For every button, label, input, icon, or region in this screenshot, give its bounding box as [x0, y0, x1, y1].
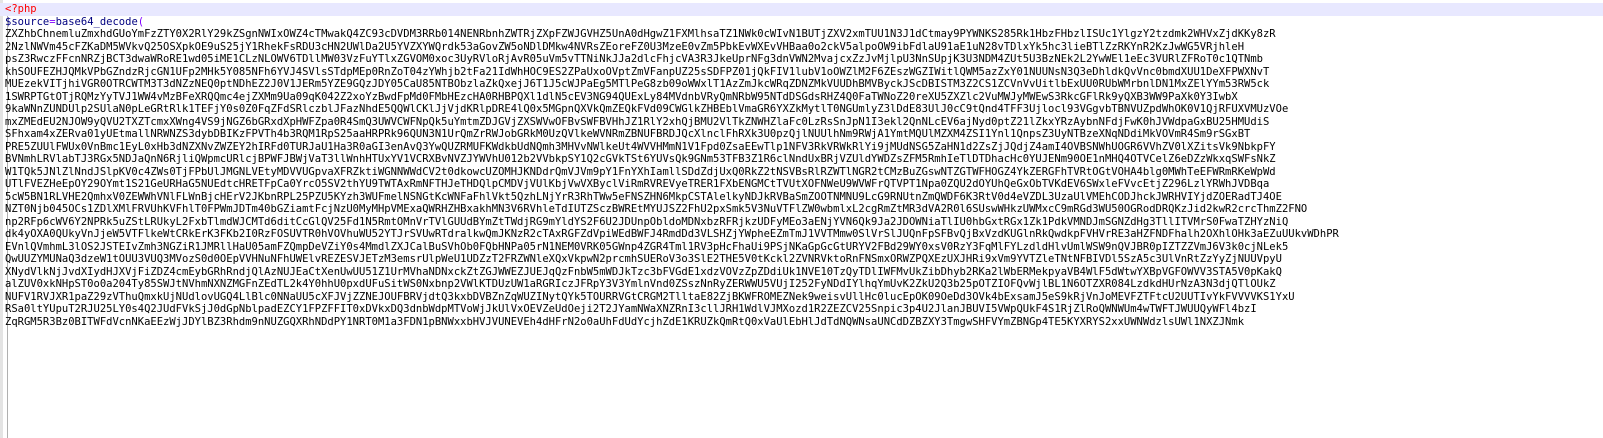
base64-line[interactable]: 9kaWNnZUNDUlp2SUlaN0pLeGRtRlk1TEFjY0s0Z0…: [0, 103, 1603, 116]
base64-line[interactable]: W1TQk5JNlZlNndJSlpKV0c4ZWs0TjFPbUlJMGNLV…: [0, 166, 1603, 179]
base64-text: EVnlQVmhmL3lOS2JSTEIvZmh3NGZiR1JMRllHaU0…: [5, 240, 1289, 253]
base64-line[interactable]: dk4yOXA0QUkyVnJjeW5VTFlkeWtCRkErK3FKb2I0…: [0, 228, 1603, 241]
base64-text: MUEzekVITjhiVGR0OTRCWTM3T3dNZzNEQ0ptNDhE…: [5, 78, 1270, 90]
base64-text: XNydVlkNjJvdXIydHJXVjFiZDZ4cmEybGRhRndjQ…: [5, 265, 1282, 278]
base64-payload: ZXZhbChnemluZmxhdGUoYmFzZTY0X2RlY29kZSgn…: [0, 28, 1603, 328]
base64-line[interactable]: BVNmhLRVlabTJ3RGx5NDJaQnN6RjliQWpmcURlcj…: [0, 153, 1603, 166]
base64-text: NUFV1RVJXR1paZ29zVThuQmxkUjNUdlovUGQ4LlB…: [5, 290, 1295, 303]
base64-line[interactable]: UTlFVEZHeEpOY29OYmt1S21GeURHaG5NUEdtcHRE…: [0, 178, 1603, 191]
base64-text: 1SWRPTGtOTjRQMzYyTVJ1WW4vMzBFeXRQQmc4ejZ…: [5, 90, 1238, 103]
php-open-tag: <?php: [5, 3, 37, 15]
base64-text: PRE5ZUUlFWUx0VnBmc1EyL0xHb3dNZXNvZWZEY2h…: [5, 140, 1276, 153]
base64-line[interactable]: RSa0ltYUpuT2RJU25LY0s4Q2JUdFVkSjJ0dGpNbl…: [0, 303, 1603, 316]
base64-text: ZXZhbChnemluZmxhdGUoYmFzZTY0X2RlY29kZSgn…: [5, 28, 1276, 40]
base64-line[interactable]: 2NzlNWVm45cFZKaDM5WVkvQ25OSXpkOE9uS25jY1…: [0, 41, 1603, 54]
base64-text: ZqRGM5R3Bz0BITWFdVcnNKaEEzWjJDYlBZ3Rhdm9…: [5, 315, 1245, 328]
base64-text: mxZMEdEU2NJOW9yQVU2TXZTcmxXWng4VS9jNGZ6b…: [5, 115, 1270, 128]
base64-line[interactable]: QwUUZYMUNaQ3dzeW1tOUU3VUQ3MVozS0d0OEpVVH…: [0, 253, 1603, 266]
base64-text: W1TQk5JNlZlNndJSlpKV0c4ZWs0TjFPbUlJMGNLV…: [5, 165, 1276, 178]
base64-line[interactable]: EVnlQVmhmL3lOS2JSTEIvZmh3NGZiR1JMRllHaU0…: [0, 241, 1603, 254]
base64-text: alZUV0xkNHpST0o0a204Ty85SWJtNVhmNXNZMGFn…: [5, 278, 1276, 290]
base64-text: 9kaWNnZUNDUlp2SUlaN0pLeGRtRlk1TEFjY0s0Z0…: [5, 103, 1289, 115]
base64-line[interactable]: MUEzekVITjhiVGR0OTRCWTM3T3dNZzNEQ0ptNDhE…: [0, 78, 1603, 91]
base64-text: NZT0Njb045OCs1ZDlXMlFRVUhKVFhlT0FPWmJDTm…: [5, 203, 1308, 215]
base64-text: psZ3RwczFFcnNRZjBCT3dwaWRoRE1wd05iME1CLz…: [5, 53, 1263, 65]
base64-line[interactable]: ZqRGM5R3Bz0BITWFdVcnNKaEEzWjJDYlBZ3Rhdm9…: [0, 316, 1603, 329]
base64-text: SFhxam4xZERva01yUEtmallNRWNZS3dybDBIKzFP…: [5, 128, 1251, 140]
base64-text: BVNmhLRVlabTJ3RGx5NDJaQnN6RjliQWpmcURlcj…: [5, 153, 1276, 165]
base64-text: khSOUFEZHJQMkVPbGZndzRjcGN1UFp2MHk5Y085N…: [5, 65, 1270, 78]
base64-line[interactable]: XNydVlkNjJvdXIydHJXVjFiZDZ4cmEybGRhRndjQ…: [0, 266, 1603, 279]
base64-text: 5cW5BN1RLVHE2QmhxV0ZEWWhVNlFLWnBjcHErV2J…: [5, 190, 1282, 203]
base64-line[interactable]: PRE5ZUUlFWUx0VnBmc1EyL0xHb3dNZXNvZWZEY2h…: [0, 141, 1603, 154]
base64-text: UTlFVEZHeEpOY29OYmt1S21GeURHaG5NUEdtcHRE…: [5, 178, 1270, 190]
base64-text: RSa0ltYUpuT2RJU25LY0s4Q2JUdFVkSjJ0dGpNbl…: [5, 303, 1257, 315]
base64-line[interactable]: np2RFp6cWV6Y2NPRk5uZStLRUkyL2FxbTlmdWJCM…: [0, 216, 1603, 229]
open-paren: (: [137, 15, 145, 28]
base64-text: dk4yOXA0QUkyVnJjeW5VTFlkeWtCRkErK3FKb2I0…: [5, 228, 1339, 240]
base64-text: 2NzlNWVm45cFZKaDM5WVkvQ25OSXpkOE9uS25jY1…: [5, 40, 1245, 53]
base64-line[interactable]: alZUV0xkNHpST0o0a204Ty85SWJtNVhmNXNZMGFn…: [0, 278, 1603, 291]
base64-line[interactable]: ZXZhbChnemluZmxhdGUoYmFzZTY0X2RlY29kZSgn…: [0, 28, 1603, 41]
base64-line[interactable]: SFhxam4xZERva01yUEtmallNRWNZS3dybDBIKzFP…: [0, 128, 1603, 141]
variable-name: $source: [5, 15, 50, 28]
code-editor[interactable]: <?php $source=base64_decode( ZXZhbChneml…: [0, 0, 1603, 438]
base64-line[interactable]: mxZMEdEU2NJOW9yQVU2TXZTcmxXWng4VS9jNGZ6b…: [0, 116, 1603, 129]
base64-line[interactable]: psZ3RwczFFcnNRZjBCT3dwaWRoRE1wd05iME1CLz…: [0, 53, 1603, 66]
code-line-assignment[interactable]: $source=base64_decode(: [0, 16, 1603, 29]
base64-text: np2RFp6cWV6Y2NPRk5uZStLRUkyL2FxbTlmdWJCM…: [5, 215, 1289, 228]
base64-line[interactable]: NZT0Njb045OCs1ZDlXMlFRVUhKVFhlT0FPWmJDTm…: [0, 203, 1603, 216]
base64-line[interactable]: 1SWRPTGtOTjRQMzYyTVJ1WW4vMzBFeXRQQmc4ejZ…: [0, 91, 1603, 104]
base64-text: QwUUZYMUNaQ3dzeW1tOUU3VUQ3MVozS0d0OEpVVH…: [5, 253, 1282, 265]
base64-line[interactable]: NUFV1RVJXR1paZ29zVThuQmxkUjNUdlovUGQ4LlB…: [0, 291, 1603, 304]
base64-line[interactable]: 5cW5BN1RLVHE2QmhxV0ZEWWhVNlFLWnBjcHErV2J…: [0, 191, 1603, 204]
code-line-php-open[interactable]: <?php: [0, 3, 1603, 16]
function-name: base64_decode: [55, 15, 138, 28]
base64-line[interactable]: khSOUFEZHJQMkVPbGZndzRjcGN1UFp2MHk5Y085N…: [0, 66, 1603, 79]
code-lines: <?php $source=base64_decode( ZXZhbChneml…: [0, 0, 1603, 438]
